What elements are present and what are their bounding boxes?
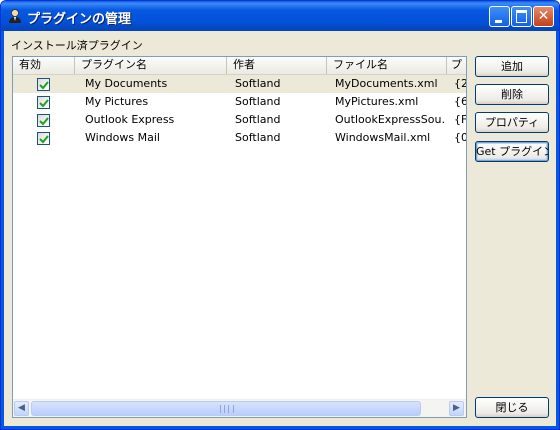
table-row[interactable]: My Pictures Softland MyPictures.xml {67 <box>13 93 466 111</box>
file-name-cell: MyDocuments.xml <box>335 77 438 90</box>
installed-plugins-label: インストール済プラグイン <box>11 39 143 52</box>
enabled-checkbox[interactable] <box>37 78 50 91</box>
column-header-file-name[interactable]: ファイル名 <box>326 57 446 74</box>
add-button[interactable]: 追加 <box>475 56 549 77</box>
minimize-button[interactable] <box>489 6 510 27</box>
window-frame-left <box>1 31 4 429</box>
author-cell: Softland <box>235 77 281 90</box>
enabled-checkbox[interactable] <box>37 96 50 109</box>
author-cell: Softland <box>235 113 281 126</box>
delete-button[interactable]: 削除 <box>475 84 549 105</box>
plugin-name-cell: Windows Mail <box>85 131 160 144</box>
window-frame-bottom <box>1 426 559 429</box>
close-button[interactable]: 閉じる <box>475 397 549 418</box>
list-header: 有効 プラグイン名 作者 ファイル名 プ <box>13 57 466 75</box>
maximize-icon <box>516 10 527 23</box>
scroll-left-button[interactable]: ◀ <box>14 401 29 416</box>
checkmark-icon <box>39 135 49 144</box>
chevron-right-icon: ▶ <box>453 403 460 413</box>
window-title: プラグインの管理 <box>27 12 132 27</box>
horizontal-scrollbar[interactable]: ◀ ▶ <box>13 399 466 417</box>
plugin-name-cell: My Pictures <box>85 95 149 108</box>
extra-cell: {28 <box>454 77 466 90</box>
grip-icon <box>220 405 234 413</box>
author-cell: Softland <box>235 95 281 108</box>
title-bar[interactable]: プラグインの管理 ✕ <box>1 1 559 31</box>
plugin-name-cell: Outlook Express <box>85 113 175 126</box>
column-header-truncated[interactable]: プ <box>446 57 466 74</box>
checkmark-icon <box>39 81 49 90</box>
table-row[interactable]: Windows Mail Softland WindowsMail.xml {0… <box>13 129 466 147</box>
get-plugins-button[interactable]: Get プラグイン <box>475 141 549 162</box>
checkmark-icon <box>39 117 49 126</box>
enabled-checkbox[interactable] <box>37 114 50 127</box>
minimize-icon <box>495 20 502 23</box>
checkmark-icon <box>39 99 49 108</box>
file-name-cell: MyPictures.xml <box>335 95 419 108</box>
plugin-manager-window: プラグインの管理 ✕ インストール済プラグイン 有効 プラグイン名 作者 ファイ… <box>0 0 560 430</box>
enabled-checkbox[interactable] <box>37 132 50 145</box>
close-icon: ✕ <box>537 8 550 24</box>
maximize-button[interactable] <box>511 6 532 27</box>
chevron-left-icon: ◀ <box>18 403 25 413</box>
plugin-list[interactable]: 有効 プラグイン名 作者 ファイル名 プ My Documents Softla… <box>12 56 467 418</box>
close-window-button[interactable]: ✕ <box>533 6 554 27</box>
column-header-plugin-name[interactable]: プラグイン名 <box>74 57 226 74</box>
extra-cell: {07 <box>454 131 466 144</box>
extra-cell: {67 <box>454 95 466 108</box>
plugin-name-cell: My Documents <box>85 77 168 90</box>
scrollbar-thumb[interactable] <box>31 401 421 416</box>
app-user-icon <box>9 9 21 23</box>
scroll-right-button[interactable]: ▶ <box>449 401 464 416</box>
window-frame-right <box>556 31 559 429</box>
table-row[interactable]: My Documents Softland MyDocuments.xml {2… <box>13 75 466 93</box>
column-header-author[interactable]: 作者 <box>226 57 326 74</box>
author-cell: Softland <box>235 131 281 144</box>
properties-button[interactable]: プロパティ <box>475 112 549 133</box>
column-header-enabled[interactable]: 有効 <box>13 57 73 74</box>
file-name-cell: WindowsMail.xml <box>335 131 431 144</box>
extra-cell: {FB <box>454 113 466 126</box>
table-row[interactable]: Outlook Express Softland OutlookExpressS… <box>13 111 466 129</box>
file-name-cell: OutlookExpressSou… <box>335 113 445 126</box>
